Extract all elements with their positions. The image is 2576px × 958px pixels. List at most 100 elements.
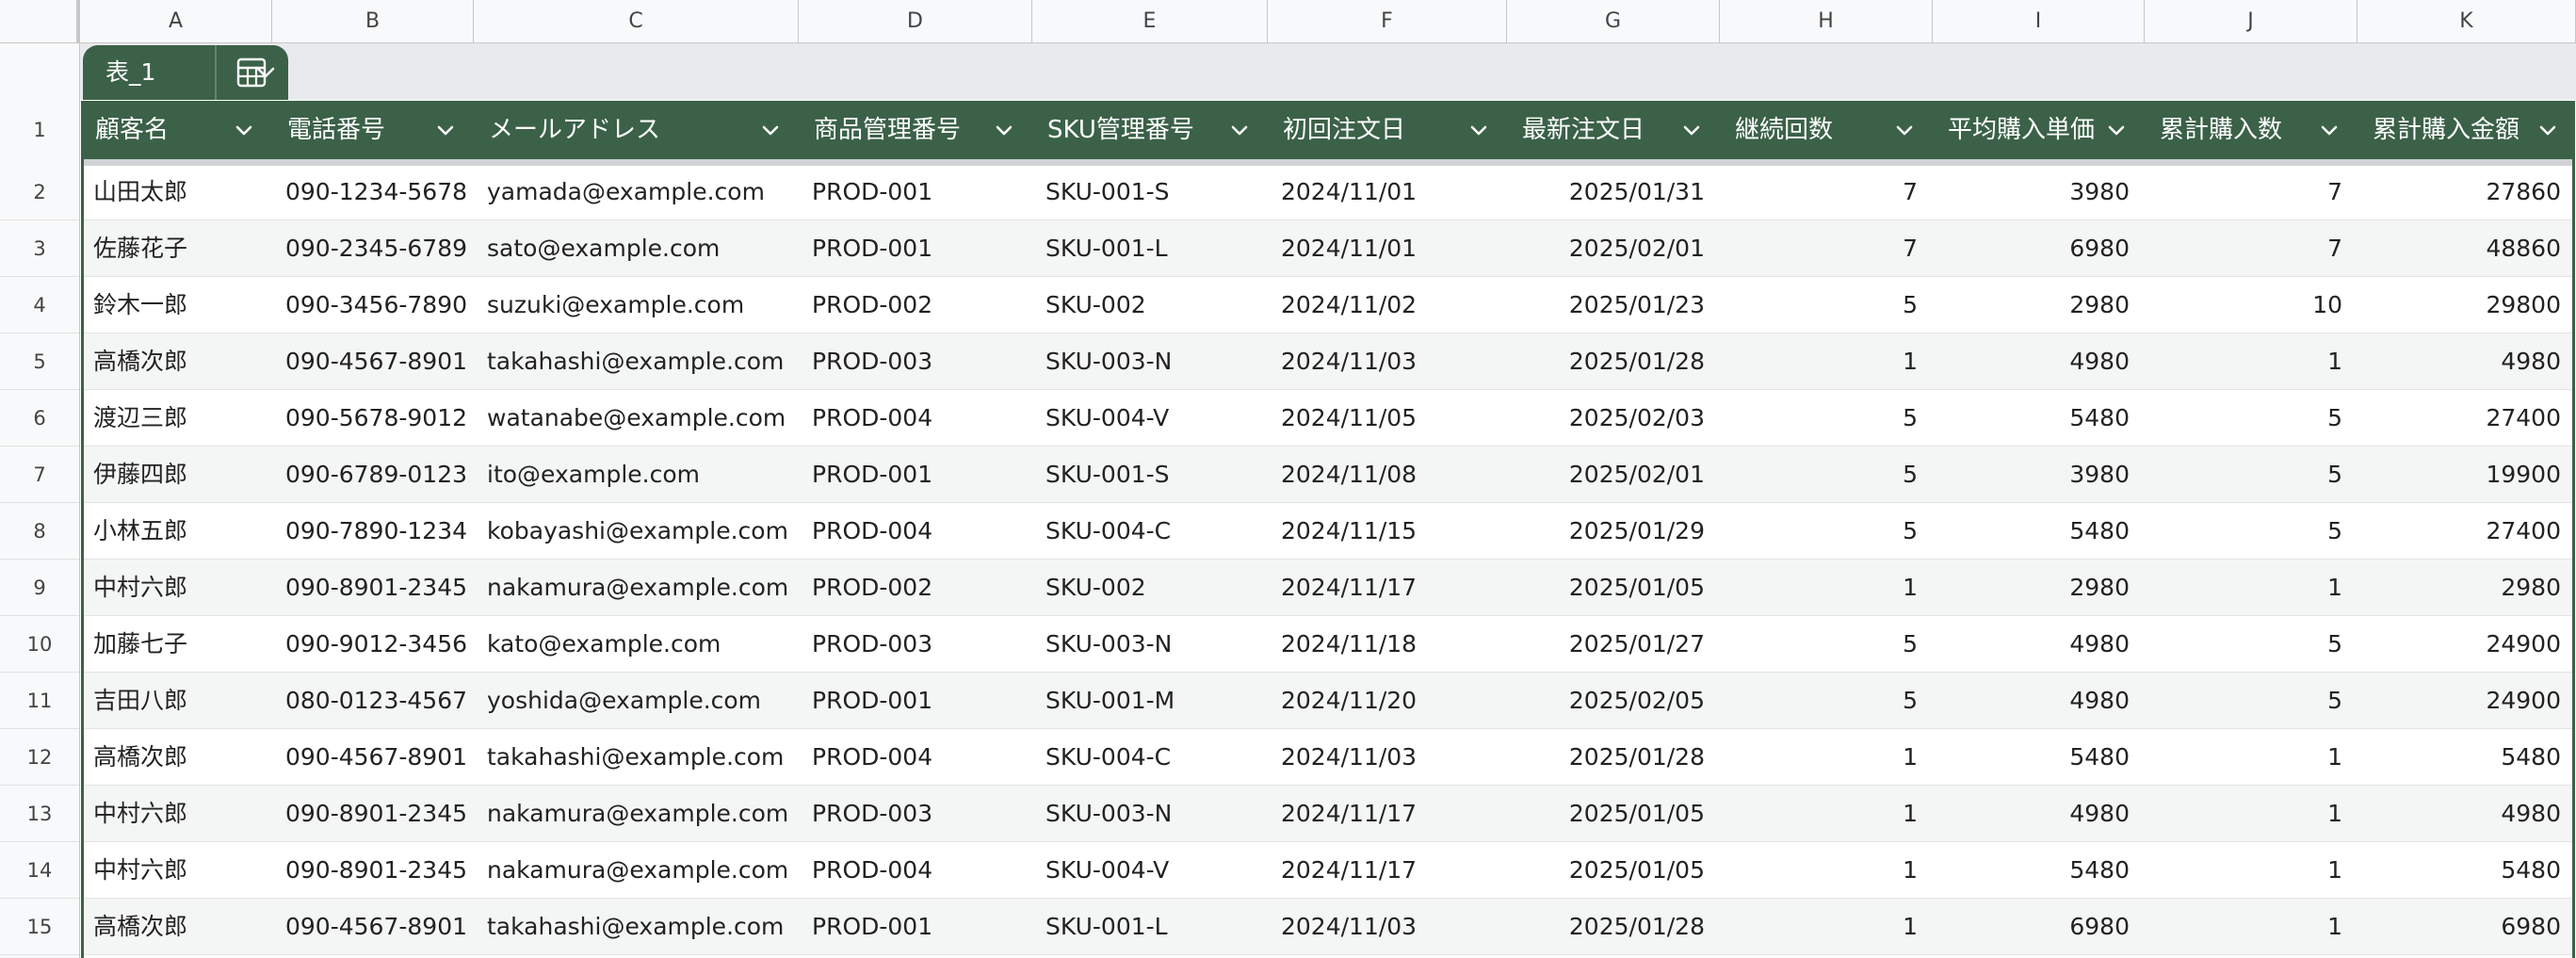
table-cell-g[interactable]: 2025/01/05 xyxy=(1507,842,1720,899)
table-cell-j[interactable]: 1 xyxy=(2145,899,2357,955)
row-number[interactable]: 12 xyxy=(0,729,79,786)
row-number[interactable]: 7 xyxy=(0,447,79,503)
table-cell-g[interactable]: 2025/01/28 xyxy=(1507,729,1720,786)
row-number[interactable]: 9 xyxy=(0,560,79,616)
table-cell-f[interactable]: 2024/11/15 xyxy=(1268,503,1507,560)
table-cell-e[interactable]: SKU-004-C xyxy=(1032,503,1268,560)
table-cell-f[interactable]: 2024/11/18 xyxy=(1268,616,1507,673)
row-number[interactable]: 4 xyxy=(0,277,79,333)
table-cell-k[interactable]: 4980 xyxy=(2357,333,2576,390)
table-cell-a[interactable]: 山田太郎 xyxy=(80,164,272,220)
table-cell-i[interactable]: 3980 xyxy=(1933,164,2145,220)
column-header-a[interactable]: 顧客名 xyxy=(80,101,272,159)
table-cell-j[interactable]: 10 xyxy=(2145,277,2357,333)
table-cell-h[interactable]: 5 xyxy=(1720,673,1933,729)
column-header-f[interactable]: 初回注文日 xyxy=(1268,101,1507,159)
column-letter-h[interactable]: H xyxy=(1720,0,1933,42)
column-header-d[interactable]: 商品管理番号 xyxy=(799,101,1032,159)
table-cell-d[interactable]: PROD-001 xyxy=(799,447,1032,503)
table-cell-i[interactable]: 5480 xyxy=(1933,390,2145,447)
table-cell-f[interactable]: 2024/11/03 xyxy=(1268,899,1507,955)
row-number[interactable]: 13 xyxy=(0,786,79,842)
table-tab-name[interactable]: 表_1 xyxy=(105,45,155,100)
table-cell-j[interactable]: 1 xyxy=(2145,842,2357,899)
table-cell-e[interactable]: SKU-001-L xyxy=(1032,899,1268,955)
table-cell-e[interactable]: SKU-003-N xyxy=(1032,786,1268,842)
table-cell-c[interactable]: suzuki@example.com xyxy=(474,277,799,333)
table-cell-k[interactable]: 6980 xyxy=(2357,899,2576,955)
column-letter-k[interactable]: K xyxy=(2357,0,2576,42)
table-cell-j[interactable]: 5 xyxy=(2145,447,2357,503)
table-cell-j[interactable]: 1 xyxy=(2145,333,2357,390)
table-cell-g[interactable]: 2025/01/29 xyxy=(1507,503,1720,560)
table-cell-k[interactable]: 4980 xyxy=(2357,786,2576,842)
table-cell-c[interactable]: sato@example.com xyxy=(474,220,799,277)
table-cell-f[interactable]: 2024/11/17 xyxy=(1268,842,1507,899)
table-cell-k[interactable]: 24900 xyxy=(2357,673,2576,729)
table-cell-g[interactable]: 2025/02/01 xyxy=(1507,220,1720,277)
column-header-c[interactable]: メールアドレス xyxy=(474,101,799,159)
table-cell-f[interactable]: 2024/11/03 xyxy=(1268,333,1507,390)
chevron-down-icon[interactable] xyxy=(434,121,457,141)
table-view-icon[interactable] xyxy=(235,57,267,89)
table-cell-b[interactable]: 090-5678-9012 xyxy=(272,390,474,447)
table-cell-f[interactable]: 2024/11/01 xyxy=(1268,164,1507,220)
table-cell-f[interactable]: 2024/11/02 xyxy=(1268,277,1507,333)
table-cell-b[interactable]: 090-4567-8901 xyxy=(272,333,474,390)
table-cell-c[interactable]: watanabe@example.com xyxy=(474,390,799,447)
table-cell-f[interactable]: 2024/11/20 xyxy=(1268,673,1507,729)
table-cell-a[interactable]: 高橋次郎 xyxy=(80,333,272,390)
column-letter-j[interactable]: J xyxy=(2145,0,2357,42)
table-cell-j[interactable]: 1 xyxy=(2145,729,2357,786)
table-cell-k[interactable]: 48860 xyxy=(2357,220,2576,277)
table-cell-d[interactable]: PROD-004 xyxy=(799,842,1032,899)
table-cell-i[interactable]: 6980 xyxy=(1933,899,2145,955)
table-cell-g[interactable]: 2025/01/28 xyxy=(1507,899,1720,955)
table-cell-j[interactable]: 5 xyxy=(2145,616,2357,673)
table-cell-e[interactable]: SKU-001-S xyxy=(1032,164,1268,220)
row-number[interactable]: 10 xyxy=(0,616,79,673)
table-cell-k[interactable]: 2980 xyxy=(2357,560,2576,616)
table-cell-h[interactable]: 5 xyxy=(1720,503,1933,560)
table-cell-h[interactable]: 1 xyxy=(1720,729,1933,786)
table-cell-g[interactable]: 2025/01/05 xyxy=(1507,786,1720,842)
table-cell-g[interactable]: 2025/01/05 xyxy=(1507,560,1720,616)
row-number[interactable]: 15 xyxy=(0,899,79,955)
table-cell-f[interactable]: 2024/11/17 xyxy=(1268,786,1507,842)
table-cell-i[interactable]: 4980 xyxy=(1933,786,2145,842)
table-cell-h[interactable]: 5 xyxy=(1720,616,1933,673)
column-letter-b[interactable]: B xyxy=(272,0,474,42)
table-cell-e[interactable]: SKU-001-M xyxy=(1032,673,1268,729)
table-cell-b[interactable]: 090-9012-3456 xyxy=(272,616,474,673)
select-all-corner[interactable] xyxy=(0,0,80,42)
table-cell-f[interactable]: 2024/11/05 xyxy=(1268,390,1507,447)
table-cell-i[interactable]: 3980 xyxy=(1933,447,2145,503)
table-cell-f[interactable]: 2024/11/01 xyxy=(1268,220,1507,277)
table-cell-d[interactable]: PROD-004 xyxy=(799,503,1032,560)
table-cell-b[interactable]: 090-2345-6789 xyxy=(272,220,474,277)
table-cell-i[interactable]: 4980 xyxy=(1933,616,2145,673)
column-letter-d[interactable]: D xyxy=(799,0,1032,42)
table-cell-g[interactable]: 2025/02/05 xyxy=(1507,673,1720,729)
table-cell-h[interactable]: 5 xyxy=(1720,447,1933,503)
table-cell-j[interactable]: 5 xyxy=(2145,503,2357,560)
row-number[interactable]: 5 xyxy=(0,333,79,390)
chevron-down-icon[interactable] xyxy=(2105,121,2128,141)
table-cell-b[interactable]: 090-1234-5678 xyxy=(272,164,474,220)
table-cell-j[interactable]: 1 xyxy=(2145,560,2357,616)
table-cell-h[interactable]: 1 xyxy=(1720,842,1933,899)
column-letter-e[interactable]: E xyxy=(1032,0,1268,42)
column-header-b[interactable]: 電話番号 xyxy=(272,101,474,159)
table-cell-e[interactable]: SKU-002 xyxy=(1032,560,1268,616)
table-cell-b[interactable]: 090-8901-2345 xyxy=(272,560,474,616)
table-cell-k[interactable]: 5480 xyxy=(2357,842,2576,899)
table-cell-c[interactable]: kato@example.com xyxy=(474,616,799,673)
table-cell-d[interactable]: PROD-004 xyxy=(799,729,1032,786)
table-cell-e[interactable]: SKU-004-C xyxy=(1032,729,1268,786)
table-cell-a[interactable]: 鈴木一郎 xyxy=(80,277,272,333)
table-cell-e[interactable]: SKU-001-S xyxy=(1032,447,1268,503)
table-cell-h[interactable]: 7 xyxy=(1720,220,1933,277)
table-cell-g[interactable]: 2025/02/03 xyxy=(1507,390,1720,447)
row-number[interactable]: 11 xyxy=(0,673,79,729)
column-letter-i[interactable]: I xyxy=(1933,0,2145,42)
